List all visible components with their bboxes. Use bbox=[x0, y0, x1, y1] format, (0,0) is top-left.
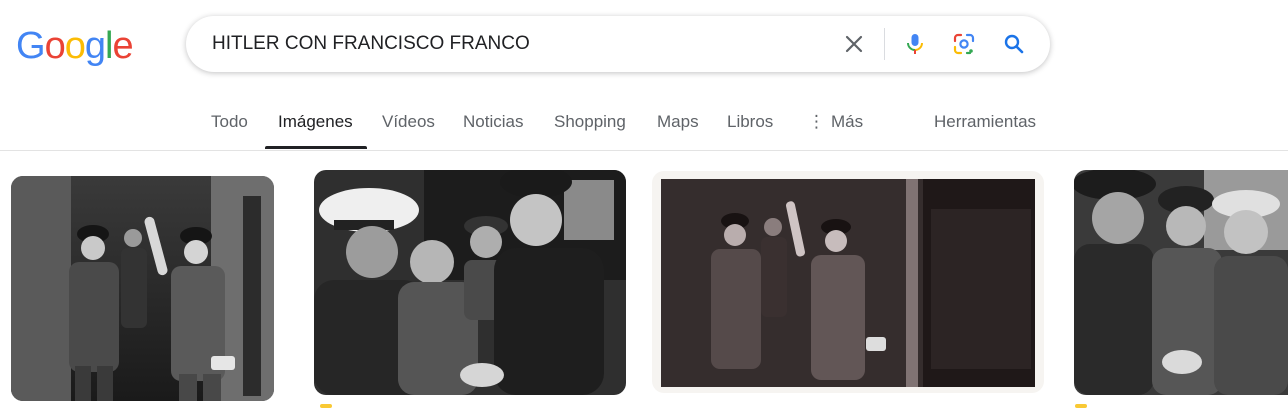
tab-imagenes[interactable]: Imágenes bbox=[278, 100, 353, 148]
close-icon[interactable] bbox=[834, 24, 874, 64]
google-lens-icon[interactable] bbox=[944, 24, 984, 64]
image-result-1[interactable] bbox=[11, 176, 274, 401]
logo-letter: G bbox=[16, 25, 46, 67]
image-result-2[interactable] bbox=[314, 170, 626, 395]
search-input[interactable] bbox=[212, 16, 832, 72]
search-tabs: Todo Imágenes Vídeos Noticias Shopping M… bbox=[0, 100, 1288, 150]
logo-letter: o bbox=[64, 25, 86, 67]
tab-videos[interactable]: Vídeos bbox=[382, 100, 435, 148]
google-logo[interactable]: Google bbox=[16, 24, 134, 68]
source-badge bbox=[320, 404, 332, 408]
image-result-3[interactable] bbox=[661, 179, 1035, 387]
search-divider bbox=[884, 28, 885, 60]
image-result-4[interactable] bbox=[1074, 170, 1288, 395]
logo-letter: e bbox=[112, 25, 133, 67]
tab-mas-label: Más bbox=[831, 112, 864, 131]
source-badge bbox=[1075, 404, 1087, 408]
vertical-dots-icon: ⋮ bbox=[808, 112, 825, 131]
logo-letter: o bbox=[44, 25, 66, 67]
tab-noticias[interactable]: Noticias bbox=[463, 100, 523, 148]
active-tab-indicator bbox=[265, 146, 367, 149]
header: Google HITLER CON FRANCISCO FRANCO Todo … bbox=[0, 0, 1288, 151]
microphone-icon[interactable] bbox=[895, 24, 935, 64]
tab-libros[interactable]: Libros bbox=[727, 100, 773, 148]
search-icon[interactable] bbox=[994, 24, 1034, 64]
logo-letter: g bbox=[84, 25, 106, 67]
tab-shopping[interactable]: Shopping bbox=[554, 100, 626, 148]
tab-todo[interactable]: Todo bbox=[211, 100, 248, 148]
search-box bbox=[186, 16, 1050, 72]
tab-maps[interactable]: Maps bbox=[657, 100, 699, 148]
tools-button[interactable]: Herramientas bbox=[934, 100, 1036, 148]
tab-mas[interactable]: ⋮ Más bbox=[808, 100, 863, 148]
